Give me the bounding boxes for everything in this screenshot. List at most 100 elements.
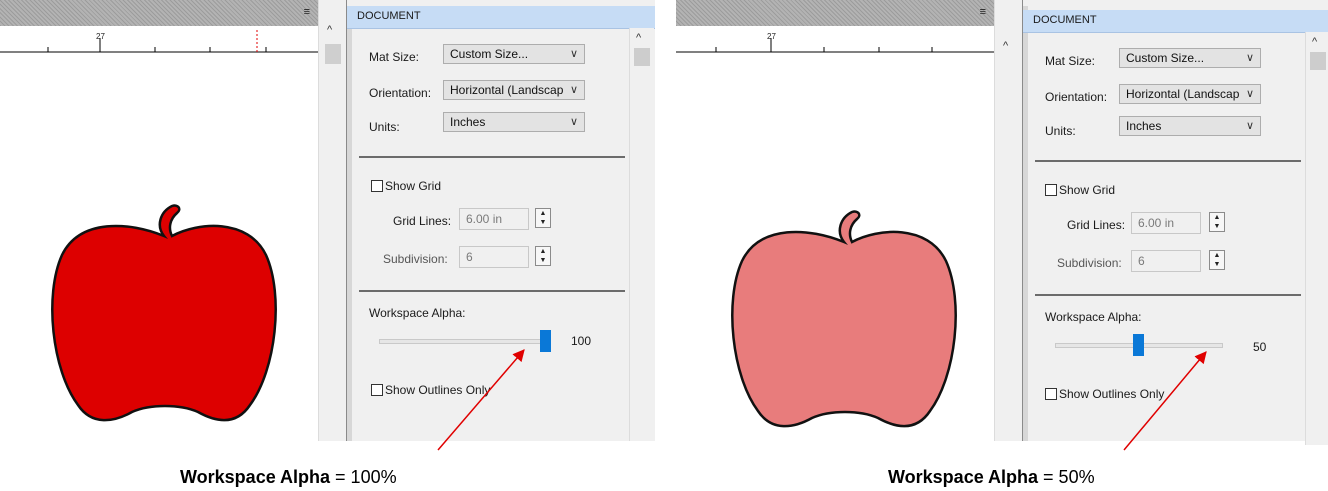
ruler-label: 27	[767, 32, 776, 41]
ruler-ticks	[0, 30, 318, 53]
screenshot-alpha-50: ≡ 27 ^ DOCUMENT Mat Size: Custom Size...…	[676, 0, 1328, 445]
show-grid-label: Show Grid	[385, 179, 442, 193]
panel-rail	[1023, 6, 1028, 441]
panel-menu-icon[interactable]: ≡	[304, 6, 310, 18]
mat-size-select[interactable]: Custom Size... ∨	[1119, 48, 1261, 68]
scroll-up-icon[interactable]: ^	[636, 32, 641, 44]
caption-alpha-100: Workspace Alpha = 100%	[180, 467, 397, 488]
show-grid-checkbox[interactable]	[1045, 184, 1057, 196]
panel-header: DOCUMENT	[1023, 10, 1328, 33]
units-select[interactable]: Inches ∨	[443, 112, 585, 132]
mat-size-label: Mat Size:	[1045, 54, 1096, 68]
scroll-up-icon[interactable]: ^	[1312, 36, 1317, 48]
show-grid-label: Show Grid	[1059, 183, 1116, 197]
chevron-down-icon: ∨	[1245, 88, 1254, 100]
panel-title: DOCUMENT	[357, 10, 421, 22]
subdivision-input[interactable]: 6	[459, 246, 529, 268]
grid-lines-input[interactable]: 6.00 in	[459, 208, 529, 230]
panel-menu-icon[interactable]: ≡	[980, 6, 986, 18]
orientation-select[interactable]: Horizontal (Landscap ∨	[1119, 84, 1261, 104]
workspace-alpha-value: 50	[1253, 340, 1267, 354]
chevron-down-icon: ∨	[1245, 52, 1254, 64]
document-panel: DOCUMENT Mat Size: Custom Size... ∨ Orie…	[346, 0, 655, 441]
chevron-down-icon: ∨	[569, 116, 578, 128]
scroll-thumb[interactable]	[634, 48, 650, 66]
caption-rest: = 50%	[1038, 467, 1095, 487]
grid-lines-spinner[interactable]: ▲ ▼	[535, 208, 551, 228]
ruler-ticks	[676, 38, 994, 53]
workspace-canvas[interactable]: ≡ 27	[0, 0, 318, 441]
canvas-toolbar: ≡	[676, 0, 994, 26]
show-outlines-checkbox[interactable]	[371, 384, 383, 396]
chevron-down-icon: ∨	[569, 84, 578, 96]
mat-size-value: Custom Size...	[1126, 51, 1205, 65]
subdivision-label: Subdivision:	[1057, 256, 1122, 270]
subdivision-spinner[interactable]: ▲ ▼	[535, 246, 551, 266]
caption-bold: Workspace Alpha	[180, 467, 331, 487]
section-divider	[359, 290, 625, 292]
orientation-label: Orientation:	[369, 86, 432, 100]
mat-size-label: Mat Size:	[369, 50, 420, 64]
panel-scrollbar[interactable]: ^	[629, 28, 654, 441]
mat-size-value: Custom Size...	[450, 47, 529, 61]
workspace-alpha-thumb[interactable]	[1133, 334, 1144, 356]
section-divider	[1035, 294, 1301, 296]
orientation-value: Horizontal (Landscap	[1126, 87, 1240, 101]
grid-lines-label: Grid Lines:	[1067, 218, 1126, 232]
caption-alpha-50: Workspace Alpha = 50%	[888, 467, 1095, 488]
workspace-alpha-value: 100	[571, 334, 592, 348]
show-outlines-label: Show Outlines Only	[385, 383, 491, 397]
grid-lines-spinner[interactable]: ▲ ▼	[1209, 212, 1225, 232]
canvas-scrollbar[interactable]: ^	[994, 0, 1023, 441]
panel-title: DOCUMENT	[1033, 14, 1097, 26]
units-label: Units:	[1045, 124, 1076, 138]
workspace-canvas[interactable]: ≡ 27	[676, 0, 994, 441]
screenshot-alpha-100: ≡ 27 ^ DOCUMENT Mat Size: Custom Size...…	[0, 0, 655, 441]
grid-lines-label: Grid Lines:	[393, 214, 452, 228]
panel-header: DOCUMENT	[347, 6, 655, 29]
panel-scrollbar[interactable]: ^	[1305, 32, 1328, 445]
caption-rest: = 100%	[330, 467, 397, 487]
horizontal-ruler: 27	[0, 26, 318, 62]
show-outlines-label: Show Outlines Only	[1059, 387, 1165, 401]
chevron-down-icon: ∨	[569, 48, 578, 60]
subdivision-value: 6	[1138, 254, 1145, 268]
show-outlines-checkbox[interactable]	[1045, 388, 1057, 400]
units-select[interactable]: Inches ∨	[1119, 116, 1261, 136]
caption-bold: Workspace Alpha	[888, 467, 1039, 487]
scroll-up-icon[interactable]: ^	[1003, 40, 1008, 52]
canvas-scrollbar[interactable]: ^	[318, 0, 347, 441]
grid-lines-value: 6.00 in	[1138, 216, 1175, 230]
canvas-toolbar: ≡	[0, 0, 318, 26]
subdivision-value: 6	[466, 250, 473, 264]
apple-shape[interactable]	[48, 200, 280, 430]
chevron-down-icon: ∨	[1245, 120, 1254, 132]
units-label: Units:	[369, 120, 400, 134]
units-value: Inches	[1126, 119, 1162, 133]
subdivision-label: Subdivision:	[383, 252, 448, 266]
scroll-thumb[interactable]	[325, 44, 341, 64]
show-grid-checkbox[interactable]	[371, 180, 383, 192]
section-divider	[359, 156, 625, 158]
subdivision-spinner[interactable]: ▲ ▼	[1209, 250, 1225, 270]
document-panel: DOCUMENT Mat Size: Custom Size... ∨ Orie…	[1022, 0, 1328, 445]
subdivision-input[interactable]: 6	[1131, 250, 1201, 272]
section-divider	[1035, 160, 1301, 162]
mat-size-select[interactable]: Custom Size... ∨	[443, 44, 585, 64]
orientation-value: Horizontal (Landscap	[450, 83, 564, 97]
grid-lines-input[interactable]: 6.00 in	[1131, 212, 1201, 234]
apple-shape[interactable]	[728, 206, 960, 436]
horizontal-ruler: 27	[676, 26, 994, 62]
workspace-alpha-label: Workspace Alpha:	[1045, 310, 1142, 324]
ruler-label: 27	[96, 32, 105, 41]
scroll-up-icon[interactable]: ^	[327, 24, 332, 36]
orientation-label: Orientation:	[1045, 90, 1108, 104]
workspace-alpha-slider[interactable]	[379, 339, 547, 344]
workspace-alpha-thumb[interactable]	[540, 330, 551, 352]
panel-rail	[347, 6, 352, 441]
units-value: Inches	[450, 115, 486, 129]
orientation-select[interactable]: Horizontal (Landscap ∨	[443, 80, 585, 100]
scroll-thumb[interactable]	[1310, 52, 1326, 70]
workspace-alpha-label: Workspace Alpha:	[369, 306, 466, 320]
grid-lines-value: 6.00 in	[466, 212, 503, 226]
